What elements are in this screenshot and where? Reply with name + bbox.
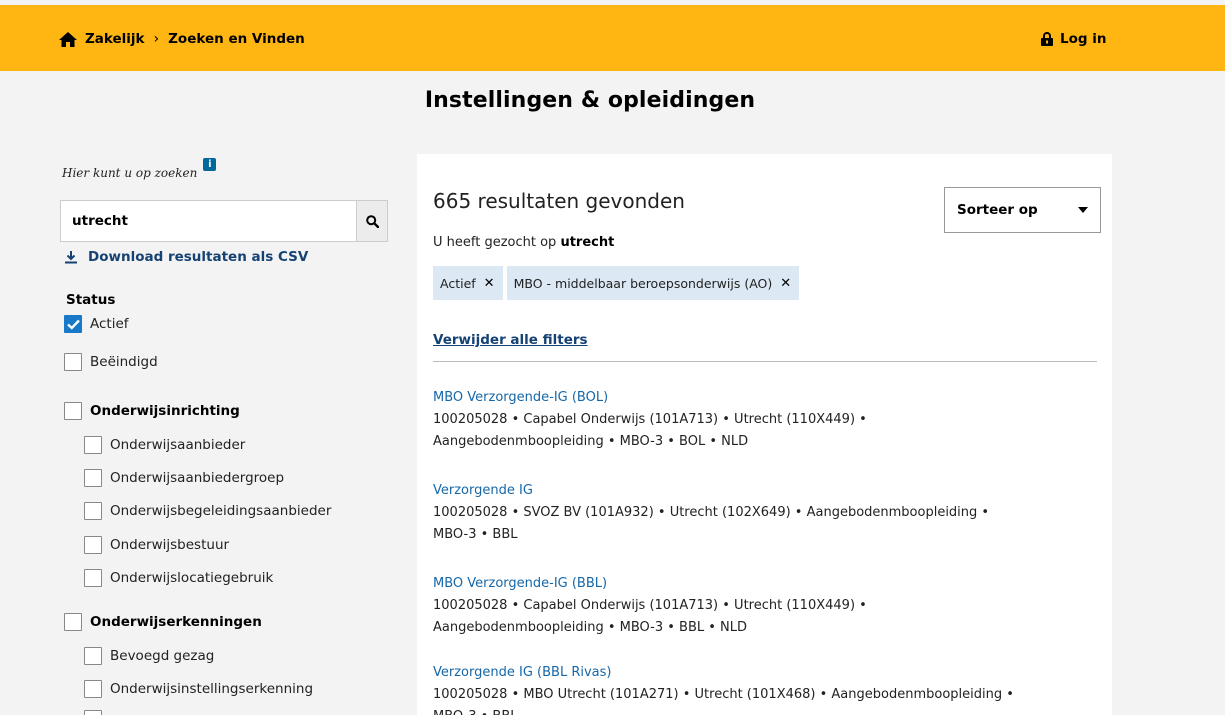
option-onderwijsinstellingserkenning[interactable]: Onderwijsinstellingserkenning bbox=[84, 680, 313, 698]
result-title-link[interactable]: Verzorgende IG (BBL Rivas) bbox=[433, 662, 1093, 684]
top-bar: Zakelijk › Zoeken en Vinden Log in bbox=[0, 5, 1225, 71]
checkbox-label: Onderwijserkenningen bbox=[90, 614, 262, 630]
result-item: MBO Verzorgende-IG (BBL) 100205028 • Cap… bbox=[433, 573, 1093, 639]
caret-down-icon bbox=[1078, 207, 1088, 213]
checkbox-label: Actief bbox=[90, 316, 129, 332]
option-onderwijslocatiegebruik[interactable]: Onderwijslocatiegebruik bbox=[84, 569, 273, 587]
checkbox-label: Onderwijsaanbiedergroep bbox=[110, 470, 285, 486]
page-title: Instellingen & opleidingen bbox=[424, 88, 756, 113]
checkbox-onderwijsbestuur[interactable] bbox=[84, 536, 102, 554]
filter-chip-actief[interactable]: Actief ✕ bbox=[433, 266, 503, 300]
option-onderwijsbestuur[interactable]: Onderwijsbestuur bbox=[84, 536, 229, 554]
search-input[interactable] bbox=[60, 200, 356, 242]
sort-select[interactable]: Sorteer op bbox=[944, 187, 1101, 233]
option-bevoegd-gezag[interactable]: Bevoegd gezag bbox=[84, 647, 214, 665]
filter-sidebar: Hier kunt u op zoeken i Download resulta… bbox=[60, 156, 392, 715]
filter-chip-label: MBO - middelbaar beroepsonderwijs (AO) bbox=[513, 275, 773, 291]
search-icon bbox=[365, 214, 379, 228]
checkbox-onderwijsaanbiedergroep[interactable] bbox=[84, 469, 102, 487]
filter-chip-label: Actief bbox=[440, 275, 476, 291]
search-button[interactable] bbox=[356, 200, 388, 242]
clear-filters-link[interactable]: Verwijder alle filters bbox=[433, 332, 588, 348]
login-link[interactable]: Log in bbox=[1041, 31, 1106, 47]
download-icon bbox=[65, 251, 77, 264]
result-meta: 100205028 • Capabel Onderwijs (101A713) … bbox=[433, 598, 867, 613]
result-title-link[interactable]: MBO Verzorgende-IG (BBL) bbox=[433, 573, 1093, 595]
divider bbox=[433, 361, 1097, 362]
close-icon[interactable]: ✕ bbox=[780, 276, 791, 291]
results-panel: 665 resultaten gevonden Sorteer op U hee… bbox=[417, 154, 1112, 715]
result-meta: MBO-3 • BBL bbox=[433, 706, 1093, 715]
checkbox-label: Beëindigd bbox=[90, 354, 158, 370]
login-label: Log in bbox=[1060, 31, 1107, 47]
checkbox-onderwijsinrichting[interactable] bbox=[64, 402, 82, 420]
status-option-actief[interactable]: Actief bbox=[64, 315, 129, 333]
checkbox-label: Onderwijsbestuur bbox=[110, 537, 230, 553]
checkbox-beeindigd[interactable] bbox=[64, 353, 82, 371]
breadcrumb: Zakelijk › Zoeken en Vinden bbox=[59, 31, 305, 47]
result-title-link[interactable]: Verzorgende IG bbox=[433, 480, 1093, 502]
result-meta: MBO-3 • BBL bbox=[433, 527, 518, 542]
checkbox-label: Bevoegd gezag bbox=[110, 648, 215, 664]
checkbox-cut-off[interactable] bbox=[84, 710, 102, 715]
checkbox-onderwijslocatiegebruik[interactable] bbox=[84, 569, 102, 587]
chevron-right-icon: › bbox=[153, 31, 160, 47]
search-hint: Hier kunt u op zoeken i bbox=[62, 156, 392, 186]
checkbox-onderwijserkenningen[interactable] bbox=[64, 613, 82, 631]
result-meta: Aangebodenmboopleiding • MBO-3 • BBL • N… bbox=[433, 620, 748, 635]
checkbox-actief[interactable] bbox=[64, 315, 82, 333]
result-meta: 100205028 • Capabel Onderwijs (101A713) … bbox=[433, 412, 867, 427]
sort-label: Sorteer op bbox=[957, 202, 1038, 218]
active-filters: Actief ✕ MBO - middelbaar beroepsonderwi… bbox=[433, 266, 803, 300]
option-onderwijsaanbieder[interactable]: Onderwijsaanbieder bbox=[84, 436, 245, 454]
searched-term: U heeft gezocht op utrecht bbox=[433, 235, 614, 250]
checkbox-label: Onderwijsbegeleidingsaanbieder bbox=[110, 503, 332, 519]
result-meta: 100205028 • SVOZ BV (101A932) • Utrecht … bbox=[433, 505, 990, 520]
filter-chip-mbo[interactable]: MBO - middelbaar beroepsonderwijs (AO) ✕ bbox=[506, 266, 800, 300]
checkbox-label: Onderwijsinstellingserkenning bbox=[110, 681, 314, 697]
result-item: Verzorgende IG (BBL Rivas) 100205028 • M… bbox=[433, 662, 1093, 715]
results-count: 665 resultaten gevonden bbox=[433, 189, 685, 213]
close-icon[interactable]: ✕ bbox=[484, 276, 495, 291]
searched-value: utrecht bbox=[560, 235, 615, 250]
search-hint-text: Hier kunt u op zoeken bbox=[62, 166, 198, 180]
result-item: MBO Verzorgende-IG (BOL) 100205028 • Cap… bbox=[433, 387, 1093, 453]
breadcrumb-home-link[interactable]: Zakelijk bbox=[85, 31, 145, 47]
checkbox-label: Onderwijsaanbieder bbox=[110, 437, 246, 453]
group-onderwijsinrichting[interactable]: Onderwijsinrichting bbox=[64, 402, 240, 420]
result-meta: Aangebodenmboopleiding • MBO-3 • BOL • N… bbox=[433, 434, 749, 449]
searched-prefix: U heeft gezocht op bbox=[433, 235, 557, 250]
status-option-beeindigd[interactable]: Beëindigd bbox=[64, 353, 158, 371]
lock-icon bbox=[1041, 32, 1053, 46]
option-cut-off[interactable] bbox=[84, 710, 110, 715]
checkbox-onderwijsbegeleidingsaanbieder[interactable] bbox=[84, 502, 102, 520]
checkbox-label: Onderwijsinrichting bbox=[90, 403, 240, 419]
checkbox-label: Onderwijslocatiegebruik bbox=[110, 570, 274, 586]
checkbox-onderwijsinstellingserkenning[interactable] bbox=[84, 680, 102, 698]
checkbox-onderwijsaanbieder[interactable] bbox=[84, 436, 102, 454]
option-onderwijsbegeleidingsaanbieder[interactable]: Onderwijsbegeleidingsaanbieder bbox=[84, 502, 331, 520]
download-csv-link[interactable]: Download resultaten als CSV bbox=[64, 249, 308, 265]
checkmark-icon bbox=[66, 319, 80, 330]
group-onderwijserkenningen[interactable]: Onderwijserkenningen bbox=[64, 613, 262, 631]
option-onderwijsaanbiedergroep[interactable]: Onderwijsaanbiedergroep bbox=[84, 469, 284, 487]
checkbox-bevoegd-gezag[interactable] bbox=[84, 647, 102, 665]
result-meta: 100205028 • MBO Utrecht (101A271) • Utre… bbox=[433, 687, 1014, 702]
result-title-link[interactable]: MBO Verzorgende-IG (BOL) bbox=[433, 387, 1093, 409]
download-csv-label: Download resultaten als CSV bbox=[88, 249, 309, 265]
status-heading: Status bbox=[66, 292, 116, 308]
search-form bbox=[60, 200, 388, 242]
info-icon[interactable]: i bbox=[203, 158, 217, 171]
breadcrumb-current[interactable]: Zoeken en Vinden bbox=[168, 31, 305, 47]
home-icon[interactable] bbox=[59, 31, 77, 47]
result-item: Verzorgende IG 100205028 • SVOZ BV (101A… bbox=[433, 480, 1093, 546]
